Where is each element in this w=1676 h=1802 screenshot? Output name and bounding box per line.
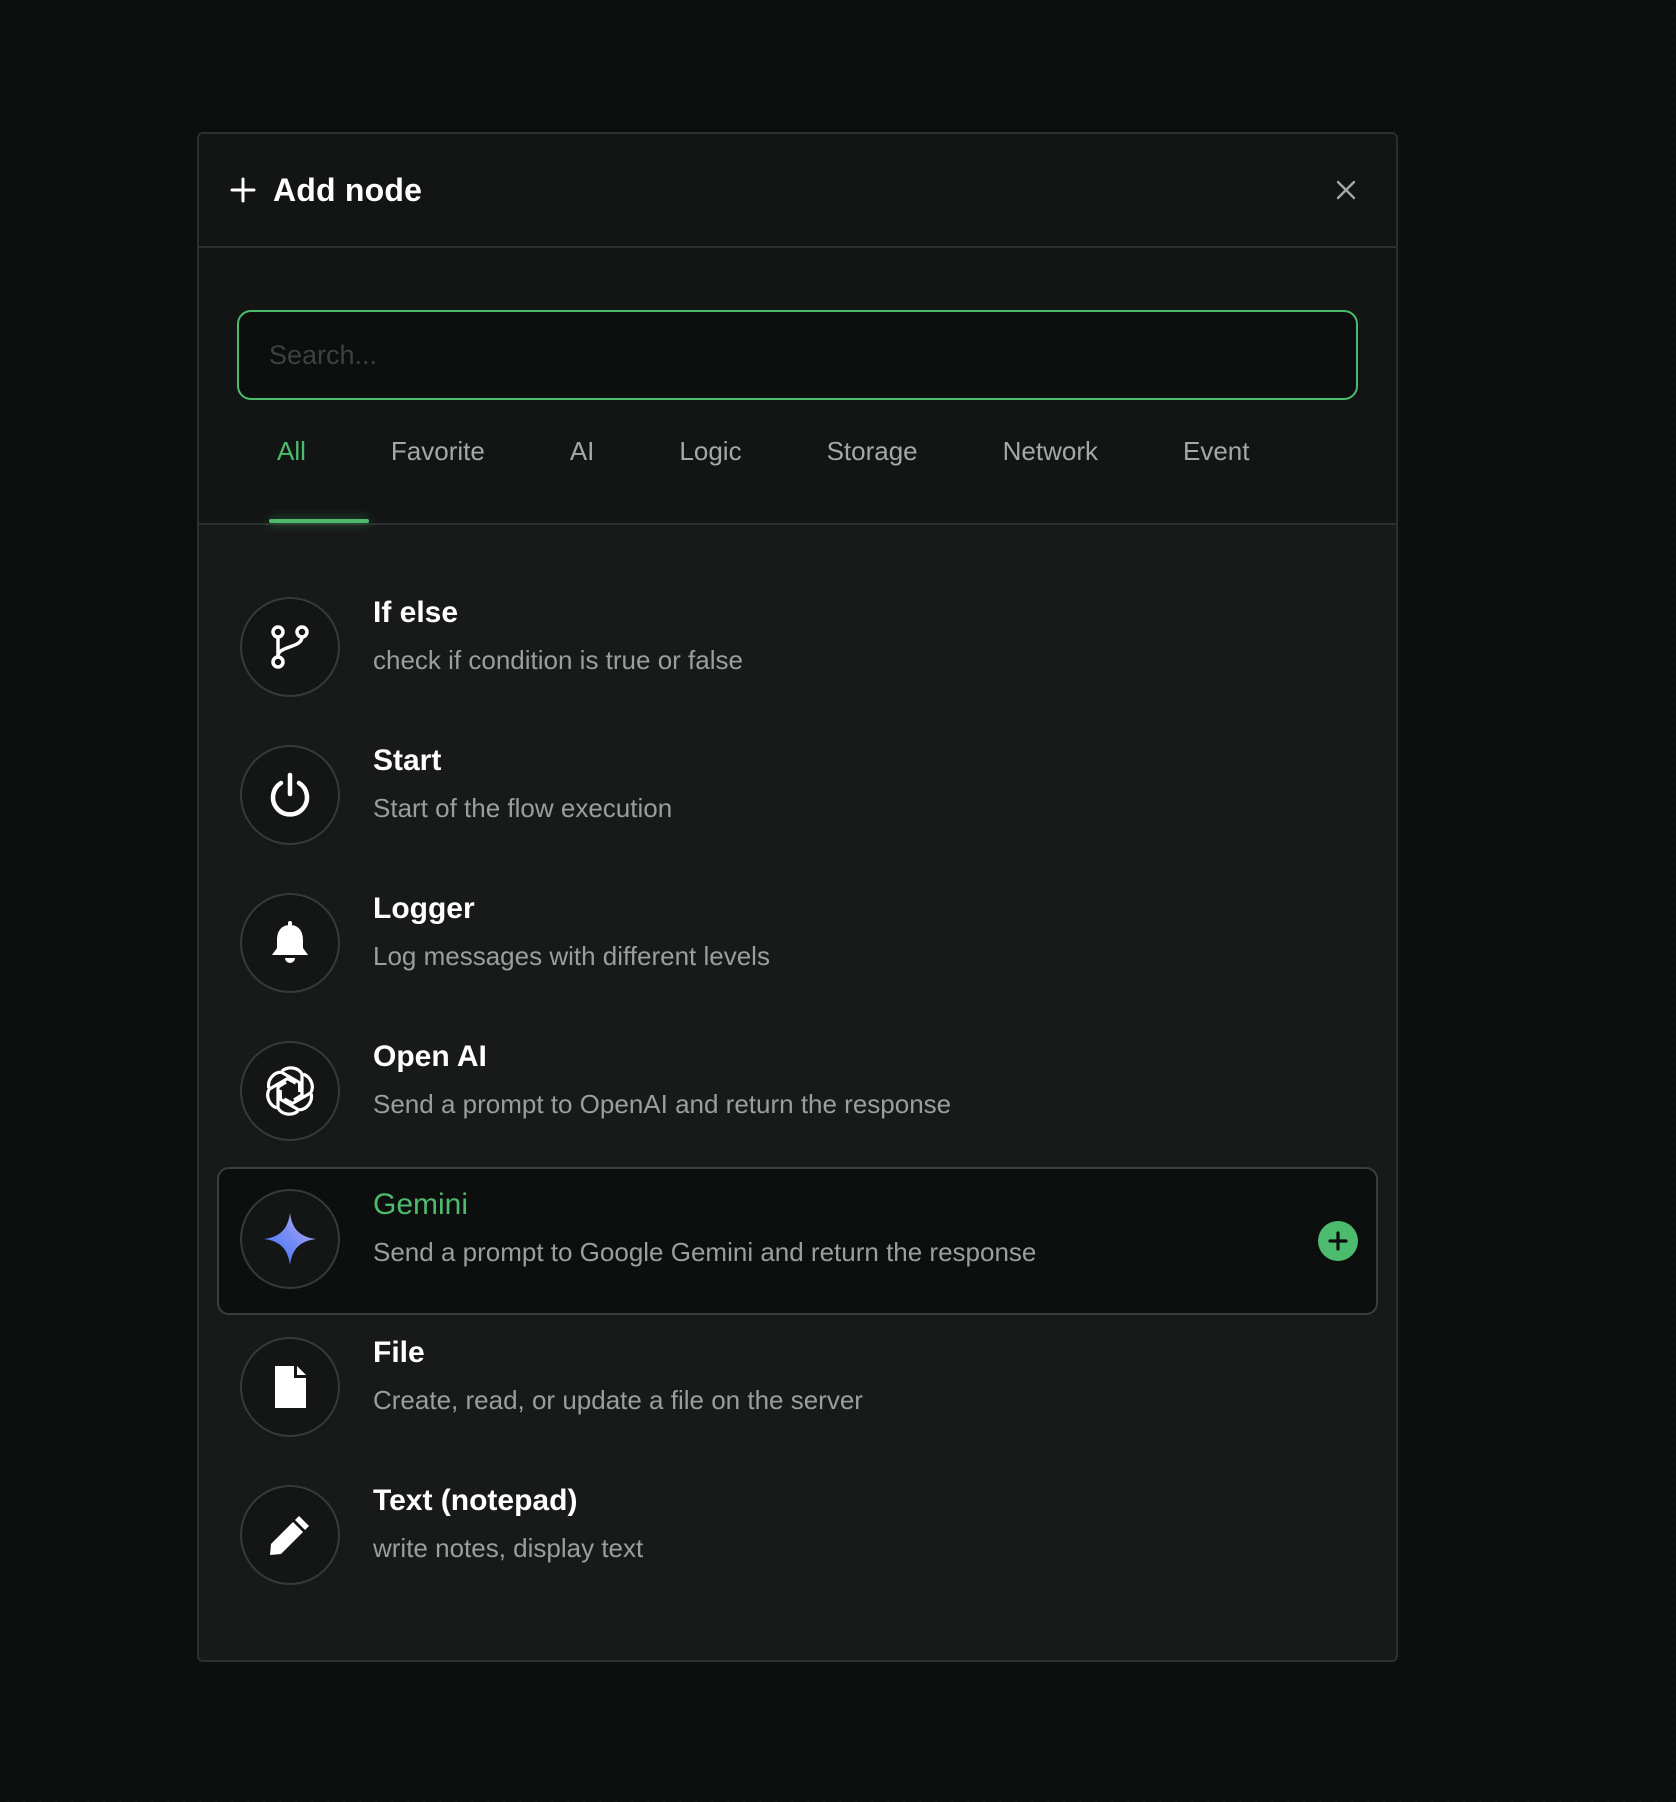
plus-icon: [1328, 1231, 1348, 1251]
power-icon: [240, 745, 340, 845]
node-description: Log messages with different levels: [373, 941, 770, 971]
node-item-text-notepad[interactable]: Text (notepad) write notes, display text: [217, 1463, 1378, 1611]
dialog-title: Add node: [273, 171, 423, 208]
tab-ai[interactable]: AI: [564, 436, 601, 467]
node-item-file[interactable]: File Create, read, or update a file on t…: [217, 1315, 1378, 1463]
node-item-logger[interactable]: Logger Log messages with different level…: [217, 871, 1378, 1019]
node-name: File: [373, 1336, 425, 1369]
bell-icon: [240, 893, 340, 993]
node-name: If else: [373, 596, 459, 629]
tab-storage[interactable]: Storage: [821, 436, 924, 467]
tab-logic[interactable]: Logic: [673, 436, 747, 467]
dialog-header: Add node: [199, 134, 1396, 248]
tab-network[interactable]: Network: [997, 436, 1104, 467]
node-description: write notes, display text: [373, 1533, 644, 1563]
search-area: [199, 248, 1396, 400]
openai-icon: [240, 1041, 340, 1141]
active-tab-indicator: [269, 519, 369, 523]
git-branch-icon: [240, 597, 340, 697]
gemini-sparkle-icon: [240, 1189, 340, 1289]
node-item-gemini[interactable]: Gemini Send a prompt to Google Gemini an…: [217, 1167, 1378, 1315]
search-input[interactable]: [237, 310, 1358, 400]
node-item-open-ai[interactable]: Open AI Send a prompt to OpenAI and retu…: [217, 1019, 1378, 1167]
node-description: Send a prompt to OpenAI and return the r…: [373, 1089, 952, 1119]
node-item-start[interactable]: Start Start of the flow execution: [217, 723, 1378, 871]
node-description: Send a prompt to Google Gemini and retur…: [373, 1237, 1037, 1267]
tab-favorite[interactable]: Favorite: [385, 436, 491, 467]
close-button[interactable]: [1326, 170, 1366, 210]
node-name: Logger: [373, 892, 475, 925]
node-name: Text (notepad): [373, 1484, 578, 1517]
node-item-if-else[interactable]: If else check if condition is true or fa…: [217, 575, 1378, 723]
plus-icon: [229, 176, 257, 204]
category-tabs: All Favorite AI Logic Storage Network Ev…: [199, 400, 1396, 525]
node-list: If else check if condition is true or fa…: [199, 525, 1396, 1611]
add-node-button[interactable]: [1318, 1221, 1358, 1261]
file-icon: [240, 1337, 340, 1437]
node-description: check if condition is true or false: [373, 645, 743, 675]
node-name: Open AI: [373, 1040, 487, 1073]
node-description: Start of the flow execution: [373, 793, 673, 823]
node-name: Gemini: [373, 1188, 469, 1221]
tab-all[interactable]: All: [271, 436, 312, 467]
node-description: Create, read, or update a file on the se…: [373, 1385, 863, 1415]
close-icon: [1336, 180, 1356, 200]
add-node-dialog: Add node All Favorite AI Logic Storage N…: [197, 132, 1398, 1662]
pencil-icon: [240, 1485, 340, 1585]
node-name: Start: [373, 744, 442, 777]
tab-event[interactable]: Event: [1177, 436, 1256, 467]
